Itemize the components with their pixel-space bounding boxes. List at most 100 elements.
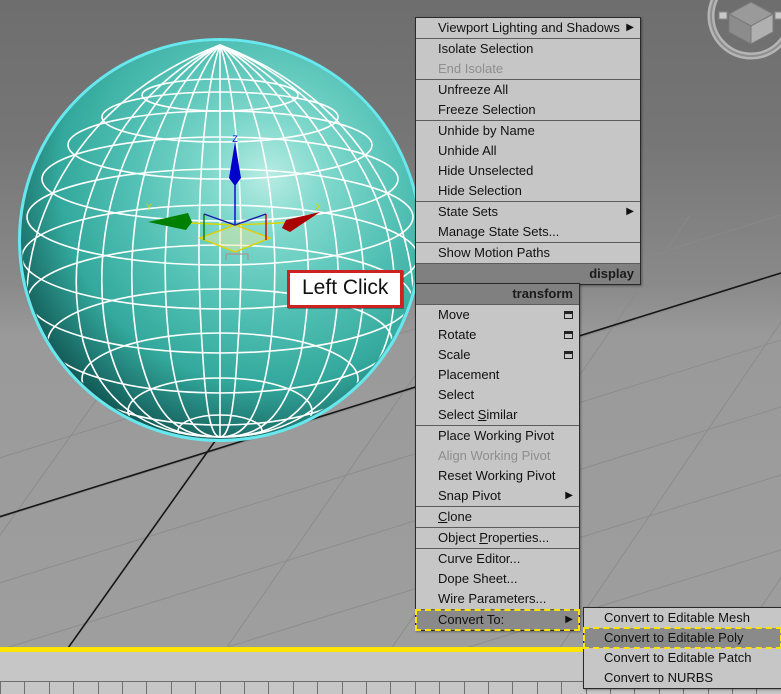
menu-item-label: Viewport Lighting and Shadows (438, 20, 620, 35)
menu-item-placement[interactable]: Placement (416, 365, 579, 385)
ruler-tick (464, 682, 465, 694)
menu-item-label: Hide Unselected (438, 163, 534, 178)
chevron-right-icon: ▶ (565, 490, 573, 501)
menu-item-label: Wire Parameters... (438, 591, 547, 606)
ruler-tick (244, 682, 245, 694)
menu-item-manage-state-sets[interactable]: Manage State Sets... (416, 222, 640, 242)
ruler-tick (561, 682, 562, 694)
ruler-tick (73, 682, 74, 694)
convert-item-list: Convert to Editable Mesh Convert to Edita… (583, 608, 781, 688)
menu-item-label: Object Properties... (438, 530, 550, 545)
menu-item-label: Rotate (438, 327, 477, 342)
gizmo-x-label: X (315, 202, 321, 212)
menu-item-label: Unhide by Name (438, 123, 535, 138)
menu-item-convert-to-editable-patch[interactable]: Convert to Editable Patch (584, 648, 781, 668)
ruler-tick (415, 682, 416, 694)
menu-item-isolate-selection[interactable]: Isolate Selection (416, 38, 640, 59)
menu-item-snap-pivot[interactable]: Snap Pivot ▶ (416, 486, 579, 506)
ruler-tick (488, 682, 489, 694)
display-section-header: display (416, 263, 640, 284)
menu-item-wire-parameters[interactable]: Wire Parameters... (416, 589, 579, 609)
menu-item-label: Scale (438, 347, 471, 362)
left-click-callout: Left Click (287, 270, 404, 308)
menu-item-label: Unfreeze All (438, 82, 509, 97)
ruler-tick (390, 682, 391, 694)
menu-item-convert-to-editable-poly[interactable]: Convert to Editable Poly (583, 627, 781, 649)
menu-item-curve-editor[interactable]: Curve Editor... (416, 548, 579, 569)
menu-item-convert-to-editable-mesh[interactable]: Convert to Editable Mesh (584, 608, 781, 628)
menu-item-unfreeze-all[interactable]: Unfreeze All (416, 79, 640, 100)
menu-item-label: Convert to Editable Poly (604, 630, 744, 645)
transform-section-header: transform (416, 284, 579, 305)
menu-item-label: Isolate Selection (438, 41, 534, 56)
menu-item-end-isolate: End Isolate (416, 59, 640, 79)
settings-box-icon[interactable] (564, 311, 573, 319)
ruler-tick (268, 682, 269, 694)
gizmo-y-label: Y (146, 202, 152, 212)
menu-item-place-working-pivot[interactable]: Place Working Pivot (416, 425, 579, 446)
quad-menu-display[interactable]: Viewport Lighting and Shadows ▶ Isolate Se… (415, 17, 641, 285)
move-gizmo[interactable]: Z Y X (140, 130, 330, 260)
menu-item-rotate[interactable]: Rotate (416, 325, 579, 345)
menu-item-convert-to-nurbs[interactable]: Convert to NURBS (584, 668, 781, 688)
chevron-right-icon: ▶ (565, 614, 573, 625)
menu-item-dope-sheet[interactable]: Dope Sheet... (416, 569, 579, 589)
menu-item-label: Convert To: (438, 612, 505, 627)
ruler-tick (512, 682, 513, 694)
ruler-tick (0, 682, 1, 694)
gizmo-z-label: Z (232, 134, 238, 144)
menu-item-label: Snap Pivot (438, 488, 501, 503)
menu-item-hide-selection[interactable]: Hide Selection (416, 181, 640, 201)
menu-item-label: Hide Selection (438, 183, 522, 198)
menu-item-object-properties[interactable]: Object Properties... (416, 527, 579, 548)
ruler-tick (171, 682, 172, 694)
convert-to-submenu[interactable]: Convert to Editable Mesh Convert to Edita… (583, 607, 781, 689)
settings-box-icon[interactable] (564, 351, 573, 359)
menu-item-label: Convert to NURBS (604, 670, 714, 685)
menu-item-label: Convert to Editable Mesh (604, 610, 750, 625)
menu-item-select-similar[interactable]: Select Similar (416, 405, 579, 425)
menu-item-label: Place Working Pivot (438, 428, 555, 443)
menu-item-state-sets[interactable]: State Sets ▶ (416, 201, 640, 222)
menu-item-label: Align Working Pivot (438, 448, 551, 463)
ruler-tick (146, 682, 147, 694)
menu-item-label: Dope Sheet... (438, 571, 518, 586)
menu-item-freeze-selection[interactable]: Freeze Selection (416, 100, 640, 120)
ruler-tick (24, 682, 25, 694)
menu-item-select[interactable]: Select (416, 385, 579, 405)
menu-item-label: Clone (438, 509, 472, 524)
menu-item-label: Convert to Editable Patch (604, 650, 752, 665)
menu-item-convert-to[interactable]: Convert To: ▶ (415, 609, 580, 631)
ruler-tick (342, 682, 343, 694)
menu-item-label: State Sets (438, 204, 498, 219)
chevron-right-icon: ▶ (626, 206, 634, 217)
menu-item-label: Reset Working Pivot (438, 468, 556, 483)
menu-item-scale[interactable]: Scale (416, 345, 579, 365)
ruler-tick (195, 682, 196, 694)
menu-item-align-working-pivot: Align Working Pivot (416, 446, 579, 466)
ruler-tick (439, 682, 440, 694)
chevron-right-icon: ▶ (626, 22, 634, 33)
transform-item-list: Move Rotate Scale Placement Select Select Sim… (415, 305, 580, 631)
menu-item-show-motion-paths[interactable]: Show Motion Paths (416, 242, 640, 263)
menu-item-move[interactable]: Move (416, 305, 579, 325)
menu-item-hide-unselected[interactable]: Hide Unselected (416, 161, 640, 181)
menu-item-reset-working-pivot[interactable]: Reset Working Pivot (416, 466, 579, 486)
ruler-tick (366, 682, 367, 694)
menu-item-label: Select Similar (438, 407, 518, 422)
viewport[interactable]: Z Y X Left Click (0, 0, 781, 648)
settings-box-icon[interactable] (564, 331, 573, 339)
quad-menu-transform[interactable]: transform Move Rotate Scale Placement Select… (415, 283, 580, 631)
menu-item-unhide-by-name[interactable]: Unhide by Name (416, 120, 640, 141)
viewcube-icon[interactable] (705, 0, 781, 62)
ruler-tick (122, 682, 123, 694)
ruler-tick (98, 682, 99, 694)
ruler-tick (49, 682, 50, 694)
menu-item-label: Select (438, 387, 475, 402)
menu-item-unhide-all[interactable]: Unhide All (416, 141, 640, 161)
menu-item-viewport-lighting-and-shadows[interactable]: Viewport Lighting and Shadows ▶ (416, 18, 640, 38)
left-click-label: Left Click (302, 276, 389, 299)
menu-item-clone[interactable]: Clone (416, 506, 579, 527)
ruler-tick (537, 682, 538, 694)
menu-item-label: End Isolate (438, 61, 504, 76)
